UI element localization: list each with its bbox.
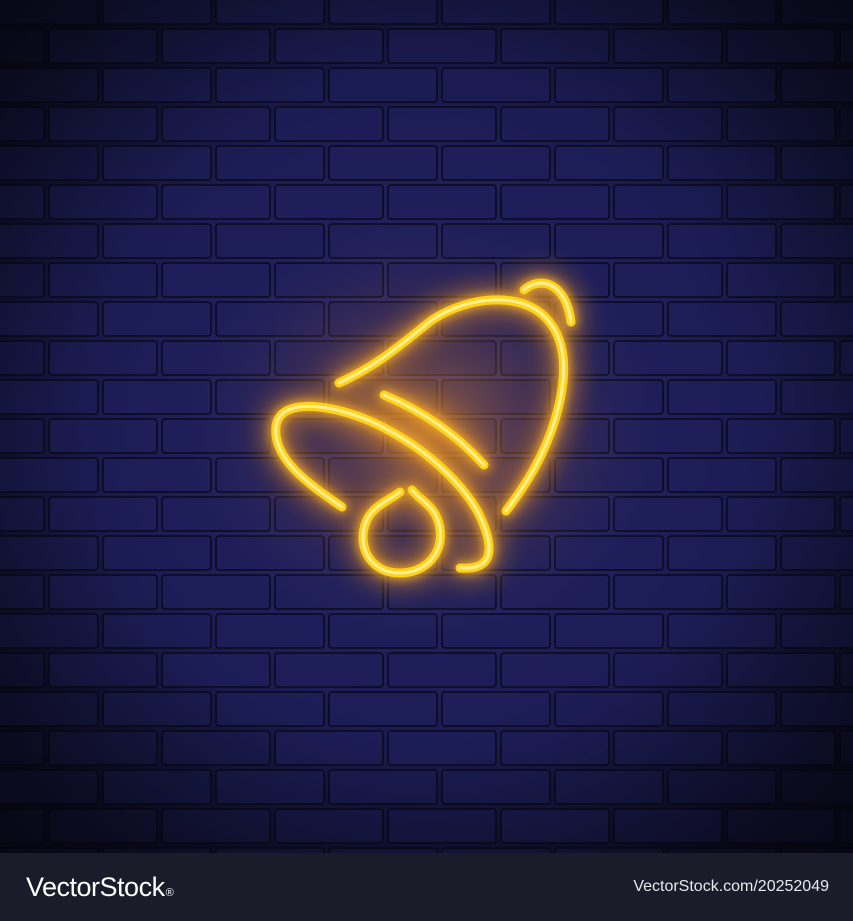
brick-wall-illustration xyxy=(0,0,853,853)
neon-bell-scene xyxy=(0,0,853,853)
wall-vignette xyxy=(0,0,853,853)
brand-logo: VectorStock ® xyxy=(26,871,174,903)
brand-name: VectorStock xyxy=(26,871,165,902)
image-id: VectorStock.com/20252049 xyxy=(633,878,829,895)
watermark-footer: VectorStock ® VectorStock.com/20252049 xyxy=(0,853,853,921)
registered-mark: ® xyxy=(165,886,174,899)
